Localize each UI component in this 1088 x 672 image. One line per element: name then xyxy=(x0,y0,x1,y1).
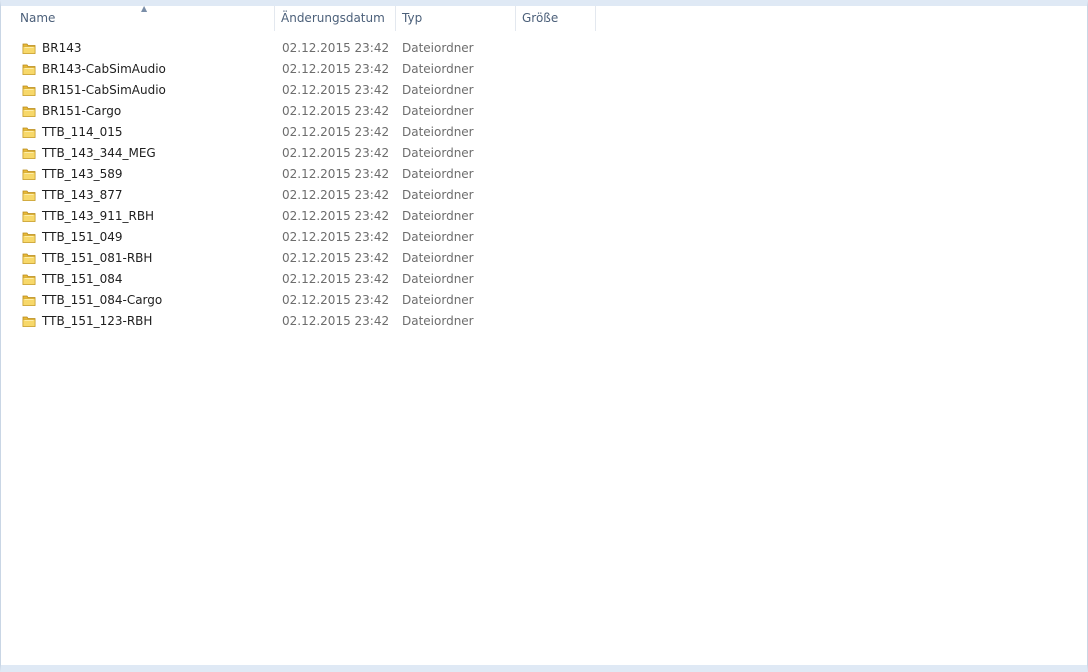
file-date: 02.12.2015 23:42 xyxy=(282,83,390,97)
file-date: 02.12.2015 23:42 xyxy=(282,272,390,286)
file-name: TTB_151_049 xyxy=(42,230,123,244)
column-header-date[interactable]: Änderungsdatum xyxy=(275,6,396,31)
file-name: TTB_114_015 xyxy=(42,125,123,139)
file-row[interactable]: BR143 02.12.2015 23:42 Dateiordner xyxy=(1,38,1087,59)
file-type: Dateiordner xyxy=(402,314,474,328)
file-name: TTB_151_084 xyxy=(42,272,123,286)
file-row[interactable]: BR151-Cargo 02.12.2015 23:42 Dateiordner xyxy=(1,101,1087,122)
file-type: Dateiordner xyxy=(402,293,474,307)
file-name: TTB_151_123-RBH xyxy=(42,314,153,328)
file-type: Dateiordner xyxy=(402,41,474,55)
folder-icon xyxy=(22,106,36,117)
file-row[interactable]: TTB_143_911_RBH 02.12.2015 23:42 Dateior… xyxy=(1,206,1087,227)
file-name: TTB_151_081-RBH xyxy=(42,251,153,265)
file-type: Dateiordner xyxy=(402,62,474,76)
folder-icon xyxy=(22,148,36,159)
column-header-bar: ▲ Name Änderungsdatum Typ Größe xyxy=(1,4,1087,31)
folder-icon xyxy=(22,43,36,54)
file-name: TTB_143_589 xyxy=(42,167,123,181)
file-type: Dateiordner xyxy=(402,167,474,181)
column-header-size-label: Größe xyxy=(522,11,559,25)
file-type: Dateiordner xyxy=(402,272,474,286)
file-date: 02.12.2015 23:42 xyxy=(282,146,390,160)
file-row[interactable]: TTB_143_877 02.12.2015 23:42 Dateiordner xyxy=(1,185,1087,206)
folder-icon xyxy=(22,274,36,285)
column-header-size[interactable]: Größe xyxy=(516,6,596,31)
folder-icon xyxy=(22,85,36,96)
file-row[interactable]: TTB_151_084-Cargo 02.12.2015 23:42 Datei… xyxy=(1,290,1087,311)
folder-icon xyxy=(22,211,36,222)
file-date: 02.12.2015 23:42 xyxy=(282,62,390,76)
file-name: BR151-CabSimAudio xyxy=(42,83,166,97)
file-date: 02.12.2015 23:42 xyxy=(282,125,390,139)
file-name: TTB_143_877 xyxy=(42,188,123,202)
column-header-name-label: Name xyxy=(20,11,56,25)
folder-icon xyxy=(22,64,36,75)
column-header-type-label: Typ xyxy=(402,11,423,25)
file-row[interactable]: TTB_151_084 02.12.2015 23:42 Dateiordner xyxy=(1,269,1087,290)
file-type: Dateiordner xyxy=(402,125,474,139)
file-type: Dateiordner xyxy=(402,104,474,118)
file-date: 02.12.2015 23:42 xyxy=(282,209,390,223)
file-name: BR151-Cargo xyxy=(42,104,122,118)
file-type: Dateiordner xyxy=(402,251,474,265)
file-date: 02.12.2015 23:42 xyxy=(282,41,390,55)
file-name: BR143 xyxy=(42,41,82,55)
folder-icon xyxy=(22,169,36,180)
file-row[interactable]: TTB_151_049 02.12.2015 23:42 Dateiordner xyxy=(1,227,1087,248)
file-date: 02.12.2015 23:42 xyxy=(282,230,390,244)
file-row[interactable]: TTB_143_589 02.12.2015 23:42 Dateiordner xyxy=(1,164,1087,185)
file-row[interactable]: TTB_151_081-RBH 02.12.2015 23:42 Dateior… xyxy=(1,248,1087,269)
column-header-date-label: Änderungsdatum xyxy=(281,11,385,25)
file-type: Dateiordner xyxy=(402,230,474,244)
file-list: BR143 02.12.2015 23:42 Dateiordner BR143… xyxy=(1,38,1087,332)
file-type: Dateiordner xyxy=(402,146,474,160)
folder-icon xyxy=(22,253,36,264)
folder-icon xyxy=(22,316,36,327)
file-row[interactable]: TTB_151_123-RBH 02.12.2015 23:42 Dateior… xyxy=(1,311,1087,332)
folder-icon xyxy=(22,232,36,243)
folder-icon xyxy=(22,127,36,138)
file-name: TTB_143_911_RBH xyxy=(42,209,155,223)
file-row[interactable]: TTB_114_015 02.12.2015 23:42 Dateiordner xyxy=(1,122,1087,143)
file-date: 02.12.2015 23:42 xyxy=(282,251,390,265)
file-type: Dateiordner xyxy=(402,83,474,97)
file-date: 02.12.2015 23:42 xyxy=(282,188,390,202)
file-type: Dateiordner xyxy=(402,209,474,223)
file-date: 02.12.2015 23:42 xyxy=(282,167,390,181)
file-explorer-window: ▲ Name Änderungsdatum Typ Größe BR143 02… xyxy=(0,0,1088,672)
file-name: BR143-CabSimAudio xyxy=(42,62,166,76)
file-row[interactable]: BR151-CabSimAudio 02.12.2015 23:42 Datei… xyxy=(1,80,1087,101)
file-type: Dateiordner xyxy=(402,188,474,202)
column-header-type[interactable]: Typ xyxy=(396,6,516,31)
file-date: 02.12.2015 23:42 xyxy=(282,104,390,118)
sort-ascending-icon: ▲ xyxy=(141,4,148,13)
file-date: 02.12.2015 23:42 xyxy=(282,314,390,328)
folder-icon xyxy=(22,295,36,306)
file-name: TTB_151_084-Cargo xyxy=(42,293,163,307)
file-date: 02.12.2015 23:42 xyxy=(282,293,390,307)
file-row[interactable]: BR143-CabSimAudio 02.12.2015 23:42 Datei… xyxy=(1,59,1087,80)
file-name: TTB_143_344_MEG xyxy=(42,146,156,160)
file-row[interactable]: TTB_143_344_MEG 02.12.2015 23:42 Dateior… xyxy=(1,143,1087,164)
folder-icon xyxy=(22,190,36,201)
column-header-name[interactable]: ▲ Name xyxy=(14,4,275,31)
